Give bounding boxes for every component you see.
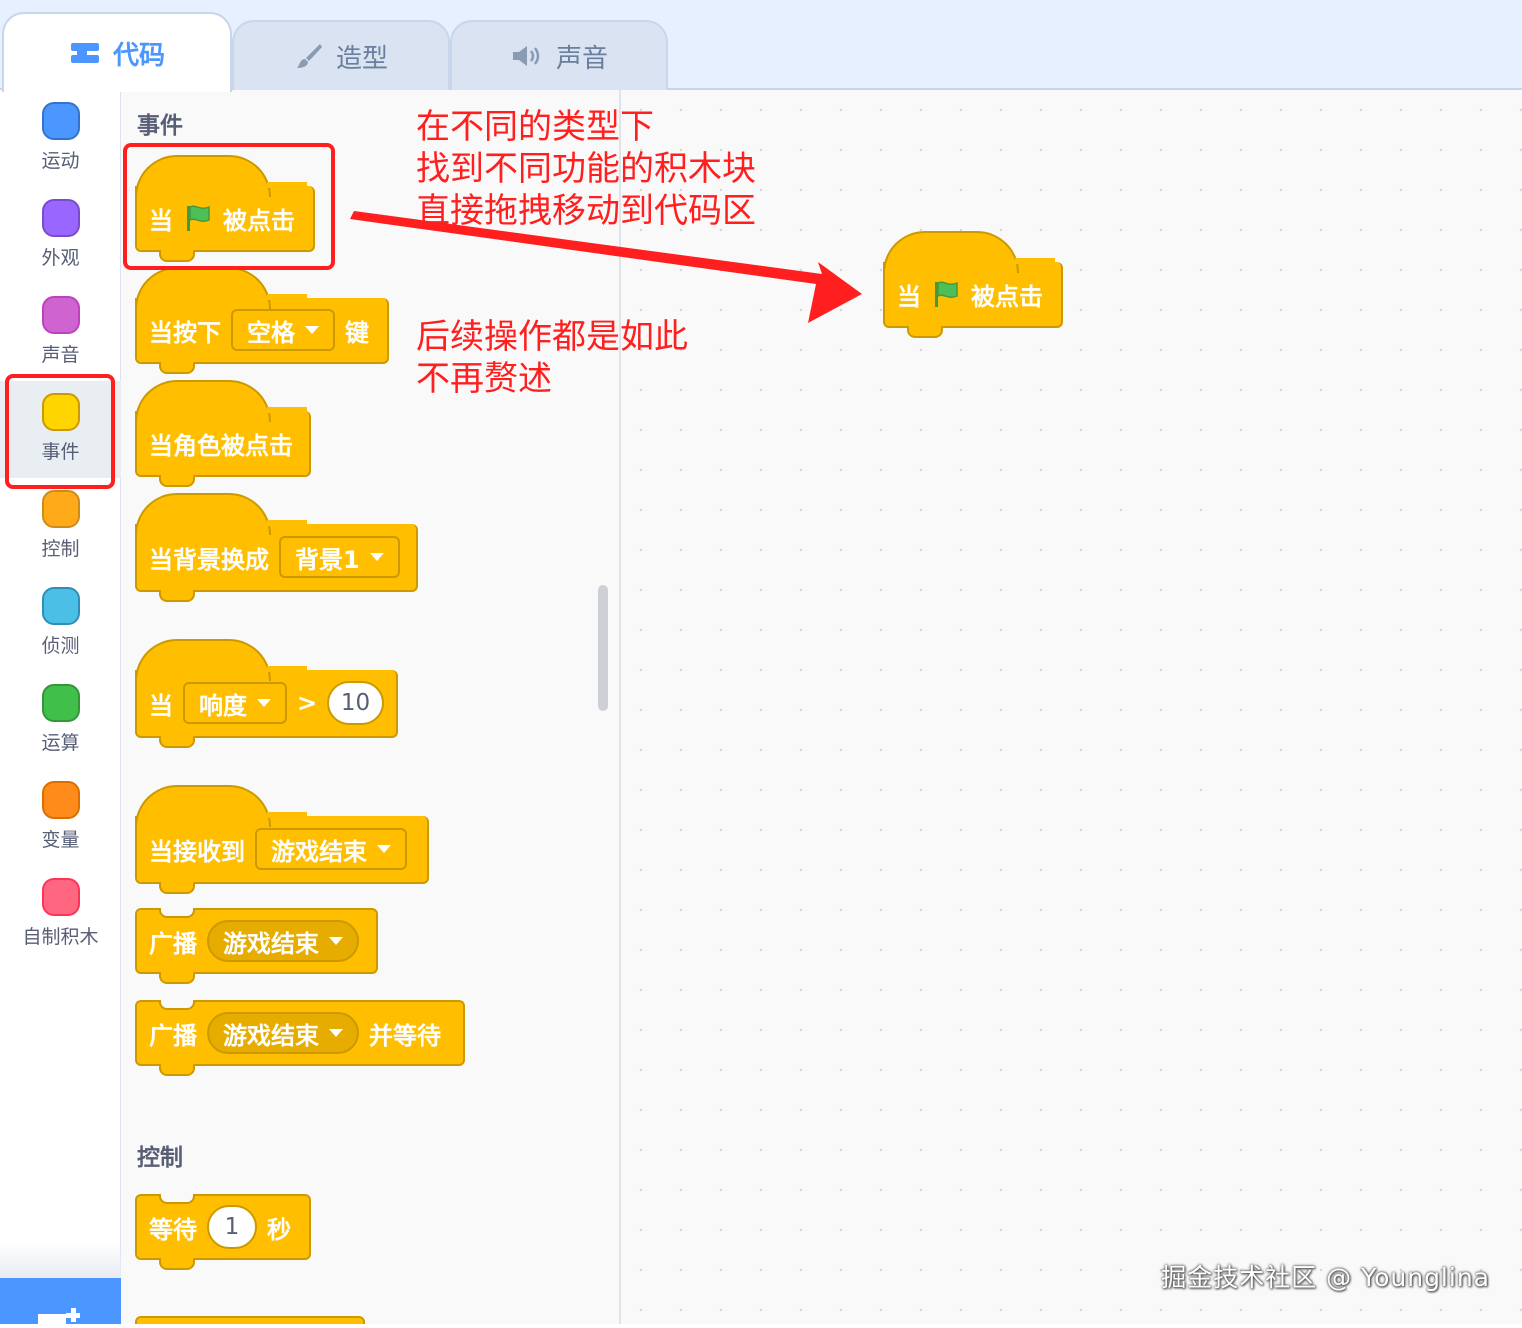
code-icon [70, 43, 99, 63]
chevron-down-icon [257, 699, 271, 707]
watermark: 掘金技术社区 @ Younglina [1161, 1263, 1490, 1292]
dropdown-value: 游戏结束 [223, 1021, 319, 1050]
dropdown-value: 响度 [199, 691, 247, 720]
block-text: 当角色被点击 [149, 431, 293, 460]
chevron-down-icon [369, 553, 384, 561]
dropdown-value: 空格 [247, 318, 295, 347]
message-dropdown[interactable]: 游戏结束 [255, 828, 407, 870]
wait-number-input[interactable]: 1 [207, 1205, 257, 1249]
tab-code-label: 代码 [112, 40, 165, 71]
block-text: 广播 [149, 929, 197, 958]
block-text: 被点击 [971, 282, 1043, 311]
key-dropdown[interactable]: 空格 [231, 309, 335, 351]
block-text: 当 [149, 691, 173, 720]
block-text: 被点击 [223, 206, 295, 235]
chevron-down-icon [377, 845, 391, 853]
green-flag-icon [935, 281, 958, 307]
block-text: 当背景换成 [149, 545, 269, 574]
dropdown-value: 背景1 [295, 545, 360, 574]
green-flag-icon [187, 205, 210, 231]
broadcast-message-dropdown[interactable]: 游戏结束 [207, 920, 359, 962]
sensor-dropdown[interactable]: 响度 [183, 682, 287, 724]
broadcast-wait-message-dropdown[interactable]: 游戏结束 [207, 1012, 359, 1054]
block-text: 当接收到 [149, 837, 245, 866]
block-text: > [297, 689, 318, 717]
annotation-instruction: 在不同的类型下 找到不同功能的积木块 直接拖拽移动到代码区 [416, 107, 756, 231]
block-text: 秒 [267, 1215, 291, 1244]
dropdown-value: 游戏结束 [271, 837, 367, 866]
chevron-down-icon [329, 1029, 343, 1037]
block-text: 等待 [149, 1215, 197, 1244]
drag-arrow-icon [350, 211, 862, 323]
block-text: 并等待 [369, 1021, 441, 1050]
tab-code[interactable]: 代码 [2, 12, 232, 92]
annotation-followup: 后续操作都是如此 不再赘述 [416, 317, 688, 399]
block-text: 广播 [149, 1021, 197, 1050]
block-text: 当 [149, 206, 173, 235]
chevron-down-icon [329, 937, 343, 945]
block-text: 当 [897, 282, 921, 311]
sensor-number-input[interactable]: 10 [327, 681, 384, 725]
backdrop-dropdown[interactable]: 背景1 [279, 536, 400, 578]
block-text: 当按下 [149, 318, 221, 347]
dropdown-value: 游戏结束 [223, 929, 319, 958]
block-text: 键 [345, 318, 369, 347]
chevron-down-icon [305, 326, 319, 334]
